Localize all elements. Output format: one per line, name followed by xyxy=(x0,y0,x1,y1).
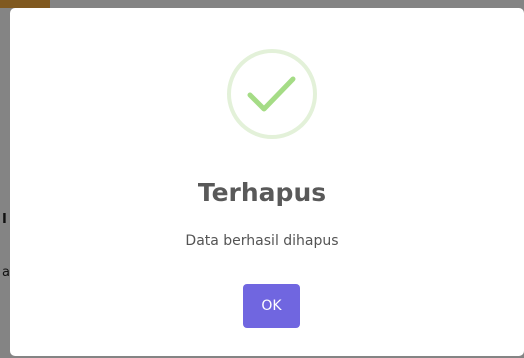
success-checkmark-icon xyxy=(227,49,317,139)
alert-title: Terhapus xyxy=(197,178,327,207)
ok-button[interactable]: OK xyxy=(243,284,300,328)
checkmark-icon xyxy=(247,76,296,112)
alert-message: Data berhasil dihapus xyxy=(185,233,339,249)
alert-dialog: Terhapus Data berhasil dihapus OK xyxy=(10,8,524,356)
